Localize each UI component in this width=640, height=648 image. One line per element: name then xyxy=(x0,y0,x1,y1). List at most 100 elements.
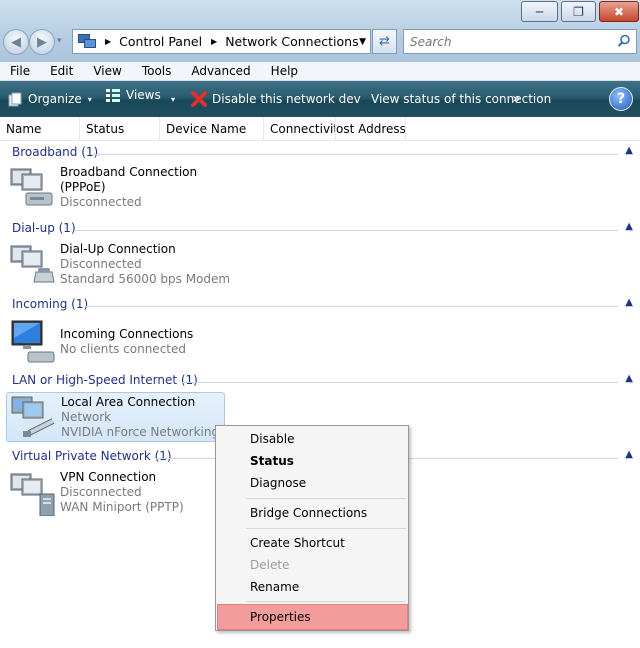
forward-button[interactable]: ▶ xyxy=(29,29,55,55)
search-box[interactable] xyxy=(403,29,637,54)
dialup-connection-icon xyxy=(10,245,55,283)
connection-name: VPN Connection xyxy=(60,470,157,484)
menu-edit[interactable]: Edit xyxy=(40,64,83,78)
connection-name: Dial-Up Connection xyxy=(60,242,176,256)
disable-device-button[interactable]: Disable this network dev xyxy=(191,81,361,117)
column-name[interactable]: Name xyxy=(0,117,80,141)
group-title: Virtual Private Network (1) xyxy=(12,449,172,463)
close-button[interactable]: ✖ xyxy=(599,1,639,22)
context-menu-properties[interactable]: Properties xyxy=(217,604,408,630)
connection-item-lan[interactable]: Local Area Connection Network NVIDIA nFo… xyxy=(6,392,234,442)
column-status[interactable]: Status xyxy=(80,117,160,141)
connection-text: Local Area Connection Network NVIDIA nFo… xyxy=(61,395,234,440)
back-button[interactable]: ◀ xyxy=(3,29,29,55)
organize-button[interactable]: Organize ▾ xyxy=(8,81,92,117)
context-menu-rename[interactable]: Rename xyxy=(218,576,406,598)
breadcrumb-network-connections[interactable]: Network Connections xyxy=(225,34,358,49)
search-input[interactable] xyxy=(410,34,610,49)
context-menu-disable[interactable]: Disable xyxy=(218,428,406,450)
breadcrumb-separator-icon: ▶ xyxy=(211,37,218,46)
views-icon xyxy=(106,89,120,102)
view-status-button[interactable]: View status of this connection xyxy=(371,81,551,117)
window-title-bar: ─ ❐ ✖ ◀ ▶ ▾ ▶ Control Panel ▶ Network Co… xyxy=(0,0,640,62)
organize-dropdown-icon: ▾ xyxy=(87,94,92,104)
connection-name-line2: (PPPoE) xyxy=(60,180,106,194)
group-header-lan[interactable]: LAN or High-Speed Internet (1) ▲ xyxy=(0,371,640,391)
minimize-icon: ─ xyxy=(535,4,544,19)
command-bar: Organize ▾ Views ▾ Disable this network … xyxy=(0,81,640,117)
connection-text: Incoming Connections No clients connecte… xyxy=(60,327,193,357)
connection-status: No clients connected xyxy=(60,342,186,356)
connection-status: Network xyxy=(61,410,112,424)
connection-text: Dial-Up Connection Disconnected Standard… xyxy=(60,242,230,287)
organize-icon xyxy=(8,92,22,106)
context-menu-status[interactable]: Status xyxy=(218,450,406,472)
maximize-button[interactable]: ❐ xyxy=(561,1,596,22)
disable-x-icon xyxy=(191,91,207,107)
menu-tools[interactable]: Tools xyxy=(132,64,182,78)
connection-name: Broadband Connection xyxy=(60,165,198,179)
connection-item-broadband[interactable]: Broadband Connection (PPPoE) Disconnecte… xyxy=(6,165,221,209)
minimize-button[interactable]: ─ xyxy=(521,1,558,22)
connection-status: Disconnected xyxy=(60,485,142,499)
collapse-icon[interactable]: ▲ xyxy=(625,221,633,232)
menu-separator xyxy=(246,601,406,602)
menu-bar: File Edit View Tools Advanced Help xyxy=(0,62,640,81)
menu-advanced[interactable]: Advanced xyxy=(181,64,260,78)
views-dropdown-icon[interactable]: ▾ xyxy=(171,81,175,117)
maximize-icon: ❐ xyxy=(573,4,584,19)
group-header-dialup[interactable]: Dial-up (1) ▲ xyxy=(0,219,640,239)
connection-item-dialup[interactable]: Dial-Up Connection Disconnected Standard… xyxy=(6,242,230,286)
connection-name: Local Area Connection xyxy=(61,395,196,409)
group-divider xyxy=(92,154,618,155)
collapse-icon[interactable]: ▲ xyxy=(625,449,633,460)
connection-name: Incoming Connections xyxy=(60,327,194,341)
views-button[interactable]: Views xyxy=(105,77,161,113)
menu-help[interactable]: Help xyxy=(261,64,308,78)
context-menu-diagnose[interactable]: Diagnose xyxy=(218,472,406,494)
breadcrumb-separator-icon: ▶ xyxy=(105,37,112,46)
broadband-connection-icon xyxy=(10,168,53,206)
connection-text: Broadband Connection (PPPoE) Disconnecte… xyxy=(60,165,197,210)
menu-separator xyxy=(246,498,406,499)
connection-item-incoming[interactable]: Incoming Connections No clients connecte… xyxy=(6,318,221,363)
connection-status: Disconnected xyxy=(60,257,142,271)
collapse-icon[interactable]: ▲ xyxy=(625,145,633,156)
group-title: LAN or High-Speed Internet (1) xyxy=(12,373,198,387)
search-icon[interactable] xyxy=(617,34,631,48)
menu-file[interactable]: File xyxy=(0,64,40,78)
views-label: Views xyxy=(126,88,161,102)
column-host-address[interactable]: Host Address xyxy=(336,117,406,141)
group-title: Incoming (1) xyxy=(12,297,89,311)
column-device-name[interactable]: Device Name xyxy=(160,117,264,141)
column-connectivity[interactable]: Connectivity xyxy=(264,117,336,141)
close-icon: ✖ xyxy=(613,4,625,19)
collapse-icon[interactable]: ▲ xyxy=(625,373,633,384)
group-header-broadband[interactable]: Broadband (1) ▲ xyxy=(0,143,640,163)
group-title: Dial-up (1) xyxy=(12,221,76,235)
group-header-incoming[interactable]: Incoming (1) ▲ xyxy=(0,295,640,315)
collapse-icon[interactable]: ▲ xyxy=(625,297,633,308)
menu-separator xyxy=(246,528,406,529)
view-status-label: View status of this connection xyxy=(371,92,552,106)
connection-status: Disconnected xyxy=(60,195,142,209)
refresh-button[interactable]: ⇄ xyxy=(372,29,397,54)
connection-device: NVIDIA nForce Networking ... xyxy=(61,425,235,439)
disable-device-label: Disable this network dev xyxy=(212,92,361,106)
menu-view[interactable]: View xyxy=(83,64,131,78)
context-menu-create-shortcut[interactable]: Create Shortcut xyxy=(218,532,406,554)
address-bar[interactable]: ▶ Control Panel ▶ Network Connections ▼ xyxy=(72,29,371,54)
connection-device: Standard 56000 bps Modem xyxy=(60,272,231,286)
lan-connection-icon xyxy=(11,396,55,437)
recent-pages-dropdown[interactable]: ▾ xyxy=(57,36,62,46)
group-title: Broadband (1) xyxy=(12,145,99,159)
context-menu-bridge-connections[interactable]: Bridge Connections xyxy=(218,502,406,524)
organize-label: Organize xyxy=(28,92,82,106)
address-dropdown-icon[interactable]: ▼ xyxy=(359,37,366,47)
connection-item-vpn[interactable]: VPN Connection Disconnected WAN Miniport… xyxy=(6,470,221,516)
help-icon[interactable]: ? xyxy=(609,87,633,111)
group-divider xyxy=(74,230,618,231)
breadcrumb-control-panel[interactable]: Control Panel xyxy=(119,34,202,49)
context-menu-delete: Delete xyxy=(250,558,290,572)
more-commands-button[interactable]: » xyxy=(512,81,521,117)
